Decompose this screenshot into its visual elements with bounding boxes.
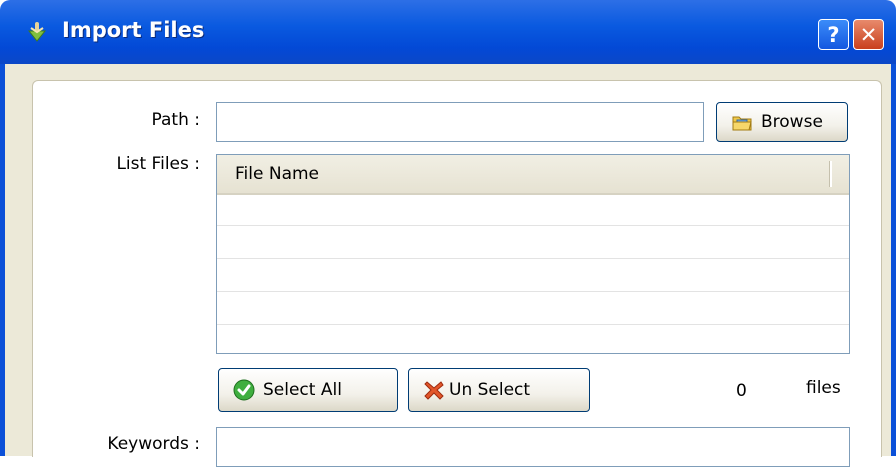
unselect-label: Un Select bbox=[449, 380, 531, 400]
file-list[interactable]: File Name bbox=[216, 154, 850, 354]
keywords-label: Keywords : bbox=[107, 434, 200, 454]
import-files-dialog: Import Files ? ✕ Path : Browse List File… bbox=[0, 0, 896, 467]
window-border-right bbox=[891, 64, 896, 456]
help-button[interactable]: ? bbox=[818, 19, 849, 50]
column-separator[interactable] bbox=[829, 161, 832, 187]
path-label: Path : bbox=[151, 110, 200, 130]
x-icon bbox=[424, 381, 444, 400]
keywords-input[interactable] bbox=[216, 427, 850, 467]
title-bar[interactable]: Import Files ? ✕ bbox=[0, 0, 896, 64]
select-all-label: Select All bbox=[263, 380, 342, 400]
list-row-line bbox=[217, 291, 849, 292]
folder-icon bbox=[732, 116, 752, 131]
list-files-label: List Files : bbox=[116, 154, 200, 174]
unselect-button[interactable]: Un Select bbox=[408, 368, 590, 412]
list-row-line bbox=[217, 258, 849, 259]
close-icon: ✕ bbox=[859, 22, 878, 47]
import-icon bbox=[27, 22, 47, 42]
list-row-line bbox=[217, 225, 849, 226]
browse-button[interactable]: Browse bbox=[716, 102, 848, 142]
list-row-line bbox=[217, 324, 849, 325]
column-file-name[interactable]: File Name bbox=[235, 164, 319, 184]
path-input[interactable] bbox=[216, 102, 704, 142]
help-icon: ? bbox=[827, 22, 840, 47]
window-title: Import Files bbox=[62, 18, 205, 42]
select-all-button[interactable]: Select All bbox=[218, 368, 398, 412]
file-count: 0 bbox=[736, 381, 747, 401]
files-label: files bbox=[806, 378, 841, 398]
close-button[interactable]: ✕ bbox=[853, 19, 884, 50]
check-icon bbox=[233, 379, 255, 401]
file-list-header[interactable]: File Name bbox=[217, 155, 849, 195]
browse-label: Browse bbox=[761, 112, 823, 132]
